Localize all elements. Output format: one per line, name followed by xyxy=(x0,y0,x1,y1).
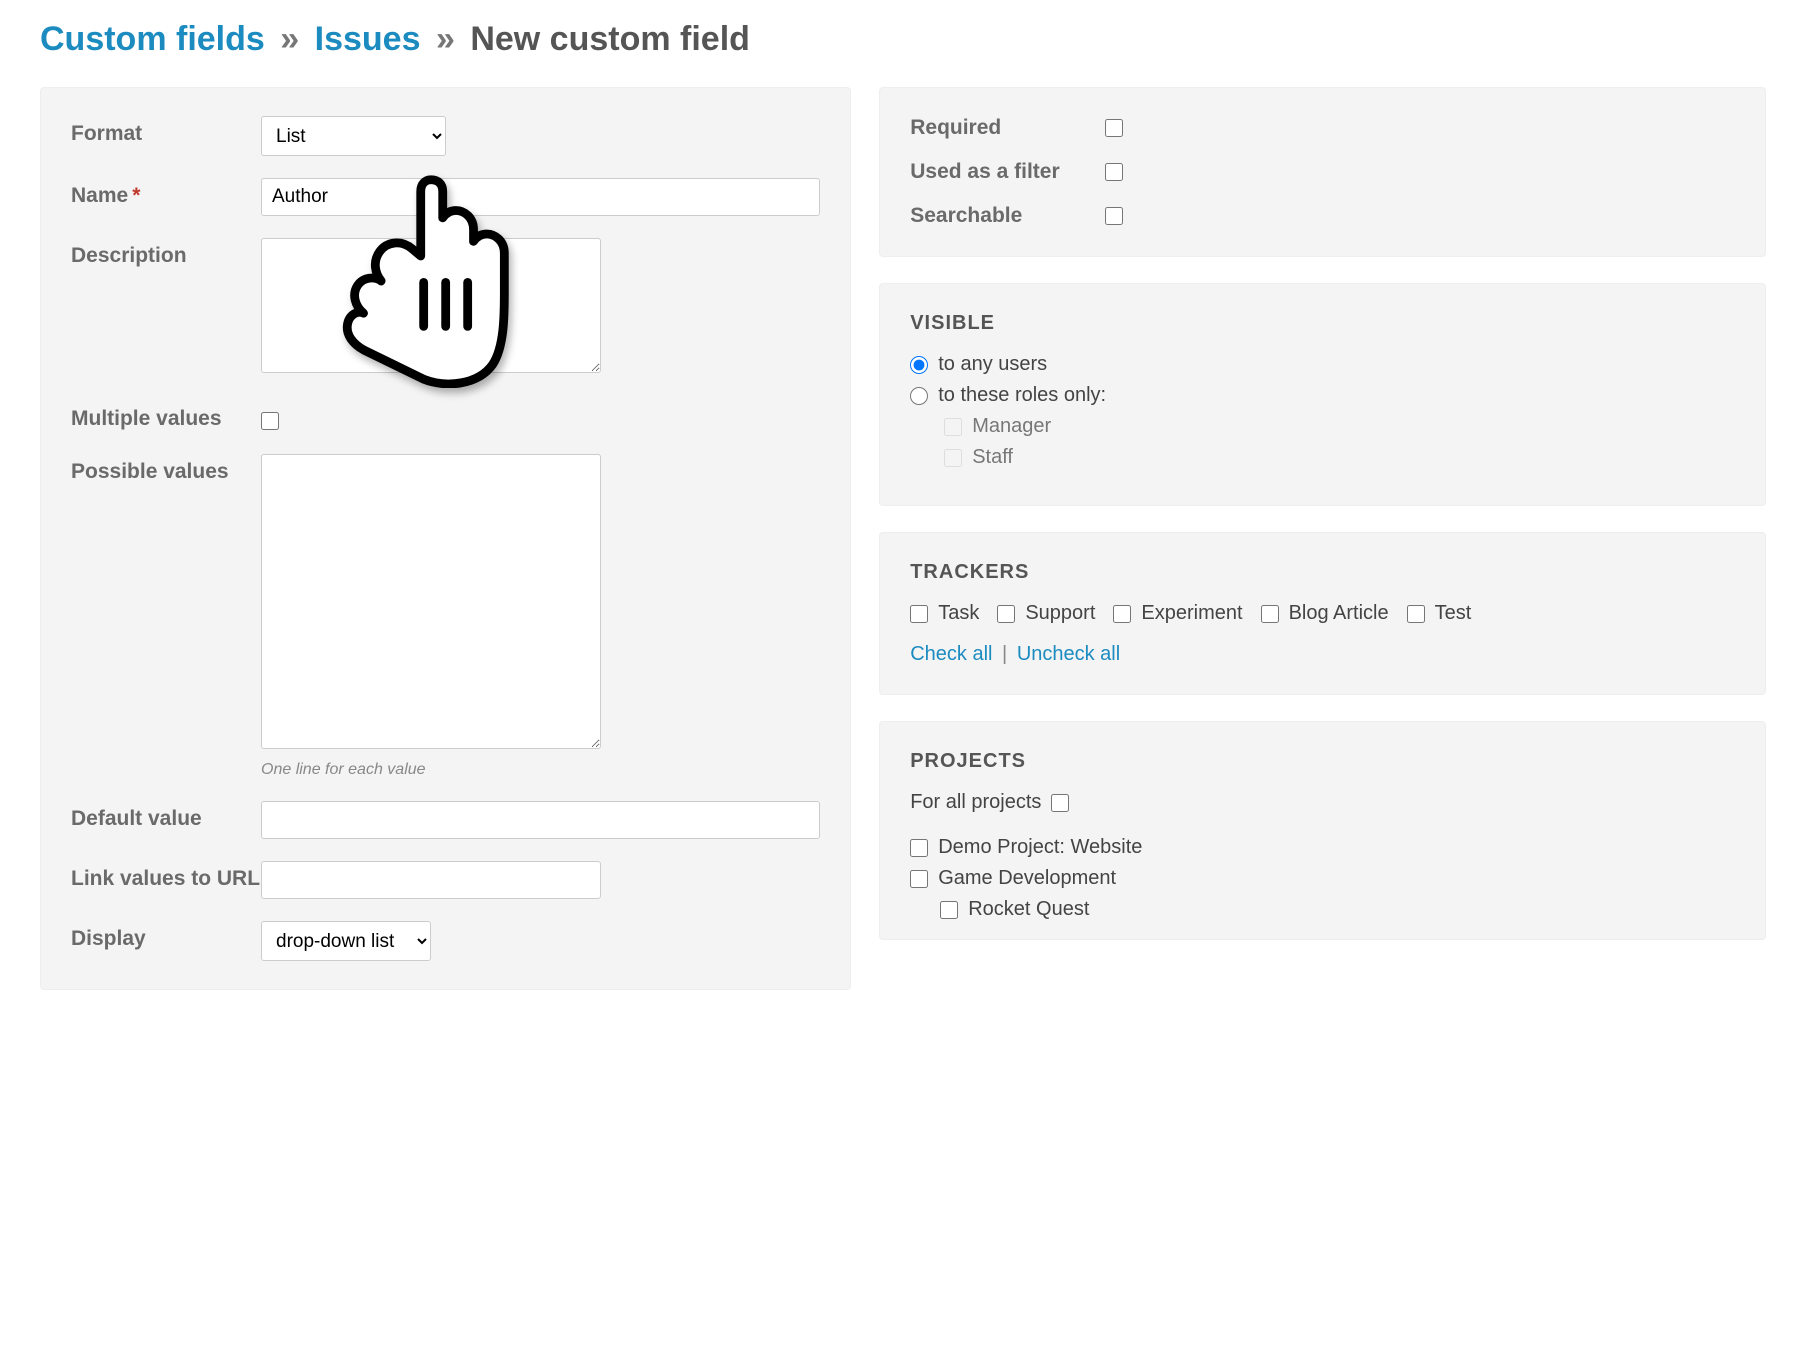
tracker-task-label: Task xyxy=(938,602,979,625)
trackers-panel: Trackers Task Support Experiment Blog Ar… xyxy=(879,532,1766,695)
breadcrumb-sep-icon: » xyxy=(436,20,455,58)
description-textarea[interactable] xyxy=(261,238,601,373)
required-checkbox[interactable] xyxy=(1105,119,1123,137)
tracker-support-label: Support xyxy=(1025,602,1095,625)
display-label: Display xyxy=(71,921,261,951)
breadcrumb-issues[interactable]: Issues xyxy=(315,20,421,58)
visible-panel: Visible to any users to these roles only… xyxy=(879,283,1766,506)
breadcrumb-sep-icon: » xyxy=(280,20,299,58)
possible-values-hint: One line for each value xyxy=(261,761,820,779)
link-values-label: Link values to URL xyxy=(71,861,261,891)
check-all-link[interactable]: Check all xyxy=(910,643,992,665)
visible-roles-radio[interactable] xyxy=(910,387,928,405)
role-staff-checkbox[interactable] xyxy=(944,449,962,467)
trackers-title: Trackers xyxy=(910,561,1735,584)
flags-panel: Required Used as a filter Searchable xyxy=(879,87,1766,257)
for-all-projects-label: For all projects xyxy=(910,791,1041,814)
tracker-support-checkbox[interactable] xyxy=(997,605,1015,623)
searchable-checkbox[interactable] xyxy=(1105,207,1123,225)
multiple-values-label: Multiple values xyxy=(71,401,261,431)
required-label: Required xyxy=(910,116,1105,140)
projects-title: Projects xyxy=(910,750,1735,773)
projects-panel: Projects For all projects Demo Project: … xyxy=(879,721,1766,940)
tracker-experiment-checkbox[interactable] xyxy=(1113,605,1131,623)
project-demo-checkbox[interactable] xyxy=(910,839,928,857)
tracker-blog-label: Blog Article xyxy=(1289,602,1389,625)
visible-title: Visible xyxy=(910,312,1735,335)
display-select[interactable]: drop-down list xyxy=(261,921,431,961)
required-asterisk-icon: * xyxy=(132,184,140,207)
description-label: Description xyxy=(71,238,261,268)
project-rocket-label: Rocket Quest xyxy=(968,898,1089,921)
for-all-projects-checkbox[interactable] xyxy=(1051,794,1069,812)
left-panel: Format List Name* xyxy=(40,87,851,990)
format-label: Format xyxy=(71,116,261,146)
name-label: Name* xyxy=(71,178,261,208)
project-game-label: Game Development xyxy=(938,867,1116,890)
role-staff-label: Staff xyxy=(972,446,1013,469)
searchable-label: Searchable xyxy=(910,204,1105,228)
name-input[interactable] xyxy=(261,178,820,216)
multiple-values-checkbox[interactable] xyxy=(261,412,279,430)
breadcrumb-current: New custom field xyxy=(470,20,750,58)
breadcrumb-custom-fields[interactable]: Custom fields xyxy=(40,20,265,58)
uncheck-all-link[interactable]: Uncheck all xyxy=(1017,643,1120,665)
default-value-label: Default value xyxy=(71,801,261,831)
tracker-test-checkbox[interactable] xyxy=(1407,605,1425,623)
tracker-task-checkbox[interactable] xyxy=(910,605,928,623)
visible-any-radio[interactable] xyxy=(910,356,928,374)
project-game-checkbox[interactable] xyxy=(910,870,928,888)
tracker-experiment-label: Experiment xyxy=(1141,602,1242,625)
tracker-test-label: Test xyxy=(1435,602,1472,625)
tracker-blog-checkbox[interactable] xyxy=(1261,605,1279,623)
format-select[interactable]: List xyxy=(261,116,446,156)
project-rocket-checkbox[interactable] xyxy=(940,901,958,919)
role-manager-checkbox[interactable] xyxy=(944,418,962,436)
possible-values-textarea[interactable] xyxy=(261,454,601,749)
used-as-filter-checkbox[interactable] xyxy=(1105,163,1123,181)
project-demo-label: Demo Project: Website xyxy=(938,836,1142,859)
possible-values-label: Possible values xyxy=(71,454,261,484)
default-value-input[interactable] xyxy=(261,801,820,839)
breadcrumb: Custom fields » Issues » New custom fiel… xyxy=(40,20,1766,59)
link-values-input[interactable] xyxy=(261,861,601,899)
role-manager-label: Manager xyxy=(972,415,1051,438)
visible-roles-label: to these roles only: xyxy=(938,384,1106,407)
used-as-filter-label: Used as a filter xyxy=(910,160,1105,184)
visible-any-label: to any users xyxy=(938,353,1047,376)
separator-bar: | xyxy=(1002,643,1007,665)
